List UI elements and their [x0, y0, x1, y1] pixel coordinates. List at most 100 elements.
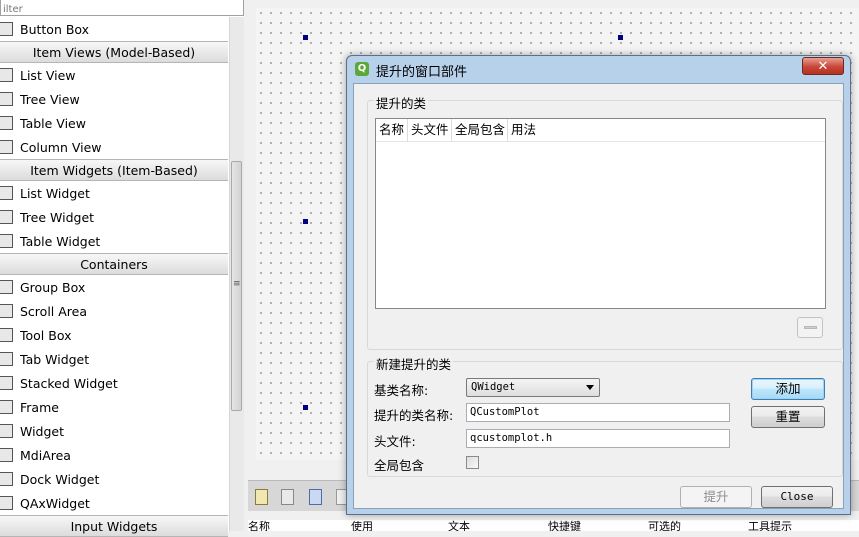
table-widget-icon [0, 234, 13, 248]
widget-item[interactable]: Column View [0, 135, 228, 159]
widget-list-scrollbar[interactable]: ≡ [229, 17, 244, 531]
widget-item[interactable]: List Widget [0, 181, 228, 205]
column-header-usage[interactable]: 用法 [508, 119, 548, 141]
frame-icon [0, 400, 13, 414]
base-class-label: 基类名称: [374, 383, 429, 398]
category-label: Item Widgets (Item-Based) [30, 162, 198, 178]
qt-designer-icon: Q [355, 62, 369, 76]
widget-item-label: Table Widget [20, 233, 101, 249]
promoted-classes-title: 提升的类 [374, 93, 429, 112]
widget-item-label: Table View [20, 115, 86, 131]
dialog-title: 提升的窗口部件 [376, 65, 468, 80]
header-tooltip[interactable]: 工具提示 [748, 520, 792, 531]
selection-handle[interactable] [303, 219, 308, 224]
mdi-area-icon [0, 448, 13, 462]
list-view-icon [0, 68, 13, 82]
promoted-class-name-label: 提升的类名称: [374, 408, 454, 423]
stacked-widget-icon [0, 376, 13, 390]
widget-item-label: Frame [20, 399, 59, 415]
filter-input[interactable] [1, 2, 233, 17]
column-header-header-file[interactable]: 头文件 [408, 119, 452, 141]
widget-category-header[interactable]: Input Widgets [0, 515, 228, 537]
widget-item-label: Group Box [20, 279, 86, 295]
header-file-label: 头文件: [374, 434, 416, 449]
widget-item-label: Tool Box [20, 327, 72, 343]
base-class-combobox[interactable]: QWidget [466, 378, 600, 397]
paste-icon[interactable] [309, 489, 322, 505]
widget-list: Button Box Item Views (Model-Based) List V… [0, 17, 228, 537]
widget-item[interactable]: Dock Widget [0, 467, 228, 491]
widget-item-label: Tab Widget [20, 351, 90, 367]
widget-item[interactable]: Widget [0, 419, 228, 443]
widget-item[interactable]: List View [0, 63, 228, 87]
widget-item[interactable]: MdiArea [0, 443, 228, 467]
minus-icon [804, 326, 817, 329]
header-used[interactable]: 使用 [351, 520, 373, 531]
selection-handle[interactable] [303, 35, 308, 40]
scrollbar-thumb[interactable]: ≡ [231, 161, 242, 411]
column-header-name[interactable]: 名称 [376, 119, 408, 141]
widget-item-label: Stacked Widget [20, 375, 118, 391]
header-text[interactable]: 文本 [448, 520, 470, 531]
column-header-global-include[interactable]: 全局包含 [452, 119, 508, 141]
global-include-label: 全局包含 [374, 458, 425, 473]
widget-item[interactable]: Table View [0, 111, 228, 135]
promote-button[interactable]: 提升 [680, 486, 752, 508]
header-checkable[interactable]: 可选的 [648, 520, 681, 531]
scroll-area-icon [0, 304, 13, 318]
reset-button[interactable]: 重置 [751, 406, 825, 428]
group-box-icon [0, 280, 13, 294]
chevron-down-icon [586, 385, 594, 390]
widget-item[interactable]: Tree View [0, 87, 228, 111]
widget-item[interactable]: Stacked Widget [0, 371, 228, 395]
widget-box-panel: Button Box Item Views (Model-Based) List V… [0, 0, 244, 537]
remove-button[interactable] [797, 317, 823, 338]
filter-field[interactable] [0, 0, 244, 17]
table-header: 名称 头文件 全局包含 用法 [376, 119, 825, 142]
widget-item-label: Button Box [20, 21, 90, 37]
widget-category-header[interactable]: Item Widgets (Item-Based) [0, 159, 228, 181]
category-label: Containers [80, 256, 148, 272]
close-icon[interactable]: ✕ [802, 57, 844, 75]
new-promoted-class-title: 新建提升的类 [374, 354, 454, 373]
action-editor-header: 名称 使用 文本 快捷键 可选的 工具提示 [248, 520, 859, 531]
tree-view-icon [0, 92, 13, 106]
widget-item-label: Dock Widget [20, 471, 100, 487]
widget-item[interactable]: Button Box [0, 17, 228, 41]
promoted-class-name-input[interactable]: QCustomPlot [466, 403, 730, 422]
header-name[interactable]: 名称 [248, 520, 270, 531]
widget-item-label: Tree View [20, 91, 80, 107]
dock-widget-icon [0, 472, 13, 486]
widget-item[interactable]: Tool Box [0, 323, 228, 347]
button-box-icon [0, 22, 13, 36]
promoted-classes-table[interactable]: 名称 头文件 全局包含 用法 [375, 118, 826, 309]
selection-handle[interactable] [618, 35, 623, 40]
header-shortcut[interactable]: 快捷键 [548, 520, 581, 531]
header-file-input[interactable]: qcustomplot.h [466, 429, 730, 448]
category-label: Input Widgets [70, 518, 158, 534]
widget-item[interactable]: Table Widget [0, 229, 228, 253]
widget-category-header[interactable]: Item Views (Model-Based) [0, 41, 228, 63]
add-button[interactable]: 添加 [751, 378, 825, 400]
widget-item[interactable]: Group Box [0, 275, 228, 299]
dialog-titlebar[interactable]: Q 提升的窗口部件 ✕ [347, 56, 850, 82]
close-button[interactable]: Close [761, 486, 833, 508]
new-file-icon[interactable] [255, 489, 268, 505]
copy-icon[interactable] [281, 489, 294, 505]
column-view-icon [0, 140, 13, 154]
widget-item-label: List View [20, 67, 76, 83]
base-class-value: QWidget [471, 381, 516, 393]
widget-item[interactable]: Scroll Area [0, 299, 228, 323]
widget-item[interactable]: Tree Widget [0, 205, 228, 229]
widget-item-label: MdiArea [20, 447, 71, 463]
selection-handle[interactable] [303, 405, 308, 410]
widget-item[interactable]: Tab Widget [0, 347, 228, 371]
global-include-checkbox[interactable] [466, 456, 479, 469]
tab-widget-icon [0, 352, 13, 366]
table-view-icon [0, 116, 13, 130]
widget-category-header[interactable]: Containers [0, 253, 228, 275]
widget-item[interactable]: Frame [0, 395, 228, 419]
promoted-widgets-dialog: Q 提升的窗口部件 ✕ 提升的类 名称 头文件 全局包含 用法 新建提升的类 基… [346, 55, 851, 515]
widget-item[interactable]: QAxWidget [0, 491, 228, 515]
category-label: Item Views (Model-Based) [32, 44, 196, 60]
